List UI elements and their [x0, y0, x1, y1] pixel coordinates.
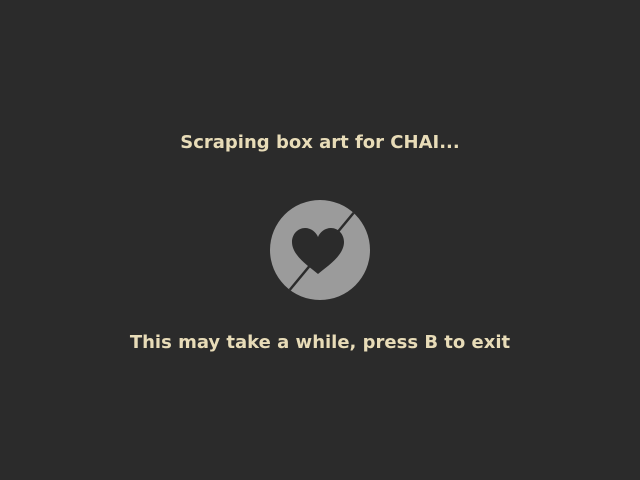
exit-hint-text: This may take a while, press B to exit	[129, 332, 511, 353]
scraping-screen: Scraping box art for CHAI... This may ta…	[0, 0, 640, 480]
loading-heart-logo-icon	[270, 200, 370, 300]
scraping-status-title: Scraping box art for CHAI...	[180, 132, 460, 153]
